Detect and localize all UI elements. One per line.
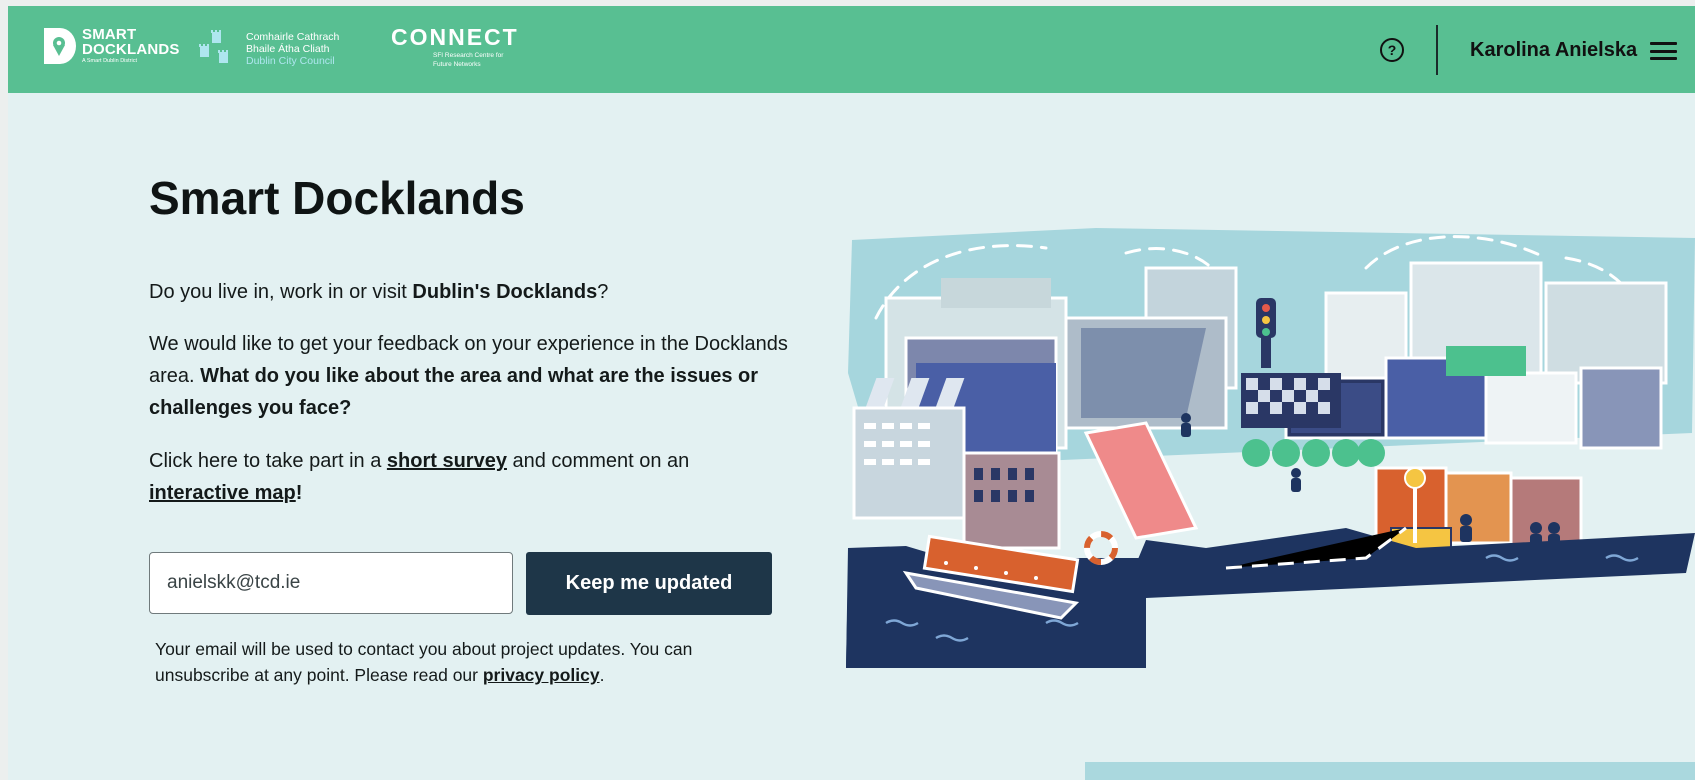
survey-paragraph: Click here to take part in a short surve… [149,445,789,509]
connect-logo[interactable]: CONNECT SFI Research Centre for Future N… [391,24,519,69]
short-survey-link[interactable]: short survey [387,450,507,472]
intro-question: Do you live in, work in or visit Dublin'… [149,276,789,308]
p2-bold: What do you like about the area and what… [149,365,759,419]
connect-sub-2: Future Networks [433,61,481,68]
note-end: . [599,665,605,685]
keep-me-updated-button[interactable]: Keep me updated [526,552,772,615]
connect-wordmark: CONNECT [391,24,519,50]
p3-end: ! [295,482,303,504]
header-divider [1436,25,1438,75]
feedback-paragraph: We would like to get your feedback on yo… [149,328,789,424]
user-name[interactable]: Karolina Anielska [1470,39,1637,62]
logo-line-smart: SMART [82,26,137,44]
castle-crest-icon [199,30,228,63]
logo-tagline: A Smart Dublin District [82,58,138,65]
logo-line-docklands: DOCKLANDS [82,41,180,59]
note-text: Your email will be used to contact you a… [155,639,693,685]
dcc-line-3: Dublin City Council [246,55,335,67]
top-header: SMART DOCKLANDS A Smart Dublin District … [8,6,1695,93]
page-title: Smart Docklands [149,172,525,224]
docklands-d-icon [44,28,76,64]
app-frame: SMART DOCKLANDS A Smart Dublin District … [8,6,1695,780]
smart-docklands-logo[interactable]: SMART DOCKLANDS A Smart Dublin District [42,26,180,66]
p1-bold: Dublin's Docklands [412,281,598,303]
p1-text: Do you live in, work in or visit [149,281,413,303]
p3-mid: and comment on an [506,450,690,472]
privacy-note: Your email will be used to contact you a… [155,636,765,688]
help-glyph: ? [1387,42,1397,58]
hamburger-menu-icon[interactable] [1650,42,1677,60]
bottom-panel [1085,762,1695,780]
p3-text: Click here to take part in a [149,450,387,472]
privacy-policy-link[interactable]: privacy policy [483,665,600,685]
email-field[interactable] [149,552,513,614]
dcc-line-2: Bhaile Átha Cliath [246,43,330,55]
dublin-city-council-logo[interactable]: Comhairle Cathrach Bhaile Átha Cliath Du… [198,30,339,68]
connect-sub-1: SFI Research Centre for [433,52,504,59]
help-circle-icon[interactable]: ? [1380,38,1404,62]
p1-end: ? [597,281,609,303]
docklands-city-illustration [846,228,1695,668]
interactive-map-link[interactable]: interactive map [149,482,296,504]
dcc-line-1: Comhairle Cathrach [246,31,340,43]
